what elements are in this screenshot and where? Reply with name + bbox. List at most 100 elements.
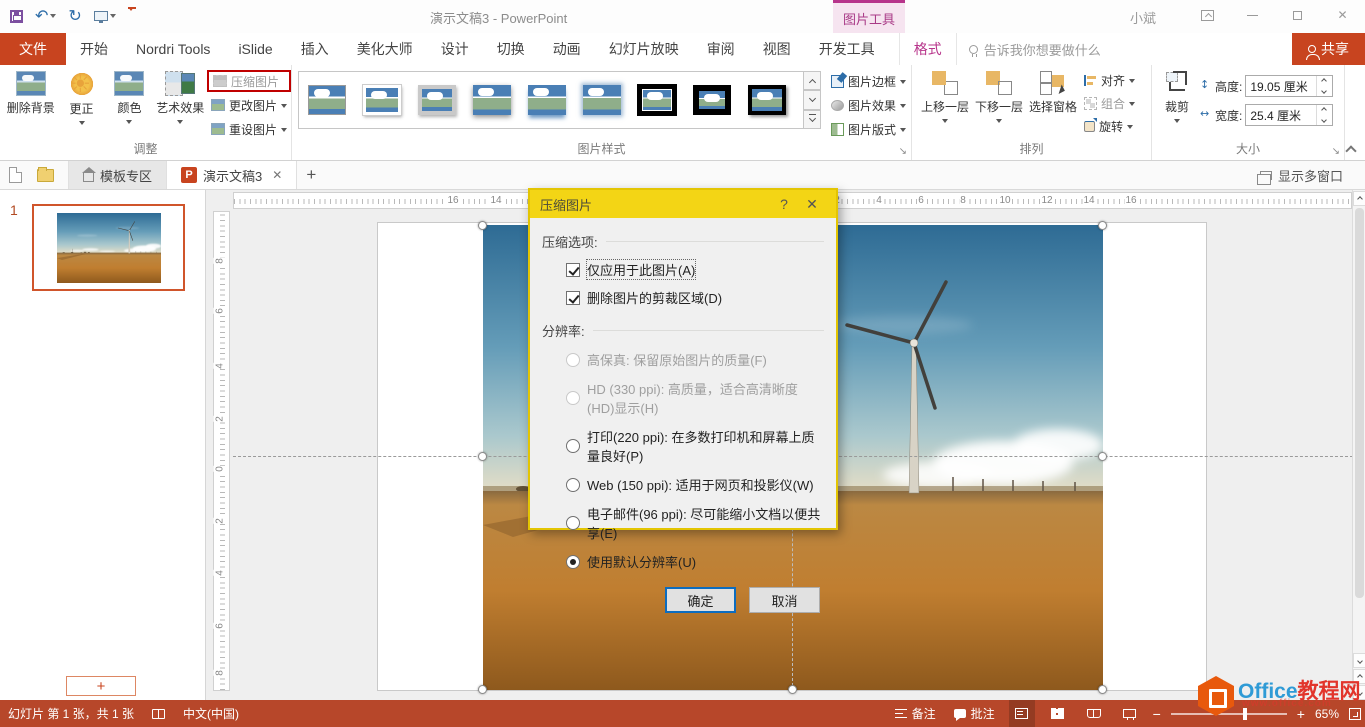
minimize-button[interactable] (1230, 0, 1275, 30)
redo-button[interactable]: ↻ (68, 8, 81, 24)
tab-review[interactable]: 审阅 (693, 33, 749, 65)
gallery-scroll-down-button[interactable] (804, 90, 821, 109)
group-button[interactable]: 组合 (1080, 93, 1139, 114)
tab-developer[interactable]: 开发工具 (805, 33, 889, 65)
width-stepper[interactable] (1316, 105, 1331, 125)
customize-qat-button[interactable] (128, 7, 136, 25)
cancel-button[interactable]: 取消 (749, 587, 820, 613)
new-slide-button[interactable]: + (66, 676, 136, 696)
dialog-help-button[interactable]: ? (770, 196, 798, 212)
picture-style-thumbnail[interactable] (521, 76, 573, 124)
tab-design[interactable]: 设计 (427, 33, 483, 65)
tab-view[interactable]: 视图 (749, 33, 805, 65)
template-zone-tab[interactable]: 模板专区 (68, 161, 167, 189)
tab-beautify-master[interactable]: 美化大师 (343, 33, 427, 65)
compress-pictures-button[interactable]: 压缩图片 (207, 70, 291, 92)
ribbon-display-options-button[interactable] (1185, 0, 1230, 30)
tab-file[interactable]: 文件 (0, 33, 66, 65)
picture-style-thumbnail[interactable] (686, 76, 738, 124)
height-stepper[interactable] (1316, 76, 1331, 96)
resize-handle-top-right[interactable] (1098, 221, 1107, 230)
reset-picture-button[interactable]: 重设图片 (207, 118, 291, 140)
scroll-up-button[interactable] (1353, 191, 1365, 206)
tab-slideshow[interactable]: 幻灯片放映 (595, 33, 693, 65)
show-multiple-windows-button[interactable]: 显示多窗口 (1260, 161, 1343, 189)
slide-sorter-view-button[interactable] (1045, 700, 1071, 727)
new-file-button[interactable] (0, 161, 30, 189)
save-button[interactable] (10, 10, 23, 23)
close-tab-icon[interactable]: ✕ (272, 168, 282, 182)
radio-email-96ppi[interactable]: 电子邮件(96 ppi): 尽可能缩小文档以便共享(E) (566, 504, 824, 542)
radio-icon[interactable] (566, 478, 580, 492)
picture-style-thumbnail[interactable] (741, 76, 793, 124)
resize-handle-bottom-left[interactable] (478, 685, 487, 694)
picture-effects-button[interactable]: 图片效果 (827, 94, 910, 116)
tab-insert[interactable]: 插入 (287, 33, 343, 65)
tab-nordri-tools[interactable]: Nordri Tools (122, 33, 224, 65)
resize-handle-top-left[interactable] (478, 221, 487, 230)
tab-islide[interactable]: iSlide (224, 33, 286, 65)
rotate-button[interactable]: 旋转 (1080, 116, 1139, 137)
undo-button[interactable]: ↶ (35, 8, 56, 24)
dialog-title-bar[interactable]: 压缩图片 ? ✕ (530, 190, 836, 218)
picture-styles-dialog-launcher[interactable]: ↘ (899, 146, 907, 157)
reading-view-button[interactable] (1081, 700, 1107, 727)
tab-home[interactable]: 开始 (66, 33, 122, 65)
collapse-ribbon-button[interactable] (1345, 144, 1357, 154)
radio-icon[interactable] (566, 439, 580, 453)
radio-web-150ppi[interactable]: Web (150 ppi): 适用于网页和投影仪(W) (566, 475, 824, 494)
document-tab[interactable]: P 演示文稿3 ✕ (167, 161, 297, 189)
picture-border-button[interactable]: 图片边框 (827, 70, 910, 92)
slideshow-view-button[interactable] (1117, 700, 1143, 727)
restore-button[interactable] (1275, 0, 1320, 30)
slide-counter[interactable]: 幻灯片 第 1 张，共 1 张 (8, 705, 134, 722)
picture-style-thumbnail[interactable] (356, 76, 408, 124)
checkbox-delete-cropped-areas[interactable]: 删除图片的剪裁区域(D) (566, 288, 824, 307)
new-tab-button[interactable]: + (297, 161, 325, 189)
resize-handle-middle-left[interactable] (478, 452, 487, 461)
comments-button[interactable]: 批注 (950, 702, 999, 725)
resize-handle-bottom-center[interactable] (788, 685, 797, 694)
height-input[interactable] (1246, 76, 1316, 96)
radio-icon[interactable] (566, 516, 580, 530)
dialog-close-button[interactable]: ✕ (798, 196, 826, 213)
radio-print-220ppi[interactable]: 打印(220 ppi): 在多数打印机和屏幕上质量良好(P) (566, 427, 824, 465)
checkbox-checked-icon[interactable] (566, 263, 580, 277)
checkbox-checked-icon[interactable] (566, 291, 580, 305)
normal-view-button[interactable] (1009, 700, 1035, 727)
radio-selected-icon[interactable] (566, 555, 580, 569)
tab-transitions[interactable]: 切换 (483, 33, 539, 65)
open-folder-button[interactable] (30, 161, 60, 189)
tell-me-box[interactable]: 告诉我你想要做什么 (957, 33, 1113, 65)
scrollbar-thumb[interactable] (1355, 208, 1364, 598)
picture-style-thumbnail[interactable] (466, 76, 518, 124)
language-indicator[interactable]: 中文(中国) (183, 705, 239, 722)
gallery-scroll-up-button[interactable] (804, 71, 821, 90)
radio-default-resolution[interactable]: 使用默认分辨率(U) (566, 552, 824, 571)
picture-style-thumbnail[interactable] (411, 76, 463, 124)
checkbox-apply-only-this-picture[interactable]: 仅应用于此图片(A) (566, 260, 824, 279)
size-dialog-launcher[interactable]: ↘ (1332, 146, 1340, 157)
resize-handle-bottom-right[interactable] (1098, 685, 1107, 694)
tab-format-active[interactable]: 格式 (899, 33, 957, 65)
share-button[interactable]: 共享 (1292, 33, 1365, 65)
picture-style-thumbnail[interactable] (301, 76, 353, 124)
width-input[interactable] (1246, 105, 1316, 125)
tab-animations[interactable]: 动画 (539, 33, 595, 65)
notes-button[interactable]: 备注 (891, 702, 940, 725)
picture-style-thumbnail[interactable] (631, 76, 683, 124)
spellcheck-book-icon[interactable] (152, 709, 165, 719)
vertical-scrollbar[interactable] (1352, 190, 1365, 700)
close-button[interactable] (1320, 0, 1365, 30)
change-picture-button[interactable]: 更改图片 (207, 94, 291, 116)
picture-layout-button[interactable]: 图片版式 (827, 118, 910, 140)
picture-style-thumbnail[interactable] (576, 76, 628, 124)
scroll-down-button[interactable] (1353, 653, 1365, 668)
slide-thumbnail[interactable] (32, 204, 185, 291)
gallery-more-button[interactable] (804, 110, 821, 129)
resize-handle-middle-right[interactable] (1098, 452, 1107, 461)
start-slideshow-button[interactable] (94, 11, 116, 21)
align-button[interactable]: 对齐 (1080, 70, 1139, 91)
zoom-out-button[interactable]: − (1153, 706, 1161, 722)
ok-button[interactable]: 确定 (665, 587, 736, 613)
